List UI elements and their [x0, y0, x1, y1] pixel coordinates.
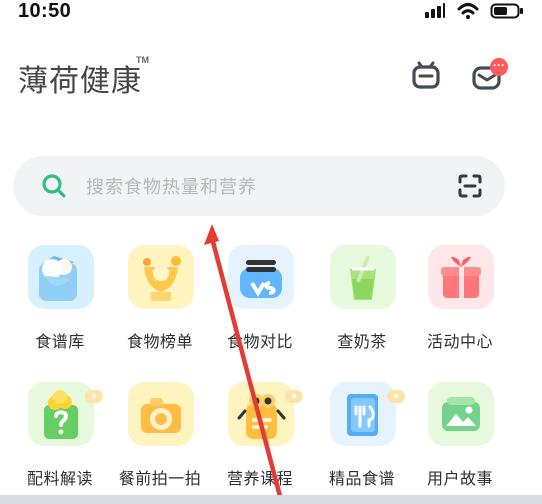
- feature-grid: 食谱库 食物榜单 食物对比 查奶茶 活动中心 配料解读 餐前拍一拍 营养课程 精…: [0, 245, 542, 495]
- feature-activity-center[interactable]: 活动中心: [410, 245, 510, 365]
- feature-milk-tea[interactable]: 查奶茶: [312, 245, 412, 365]
- recipe-library-icon: [28, 245, 94, 309]
- feature-label: 查奶茶: [337, 332, 387, 351]
- message-button[interactable]: ···: [468, 57, 508, 95]
- feature-ingredient-reading[interactable]: 配料解读: [10, 382, 110, 502]
- calendar-button[interactable]: [407, 57, 445, 95]
- feature-label: 活动中心: [426, 332, 493, 351]
- notification-badge: ···: [490, 58, 508, 76]
- brand-logo: 薄荷健康: [18, 64, 142, 99]
- premium-recipe-icon: [330, 382, 396, 446]
- feature-label: 用户故事: [426, 469, 493, 488]
- feature-label: 营养课程: [226, 469, 293, 488]
- feature-label: 食物对比: [226, 332, 293, 351]
- feature-user-story[interactable]: 用户故事: [410, 382, 510, 502]
- feature-label: 食物榜单: [126, 332, 193, 351]
- battery-icon: [490, 3, 523, 19]
- search-icon: [42, 174, 66, 198]
- camera-before-meal-icon: [128, 382, 194, 446]
- nutrition-course-icon: [228, 382, 294, 446]
- search-placeholder: 搜索食物热量和营养: [86, 177, 257, 198]
- feature-nutrition-course[interactable]: 营养课程: [210, 382, 310, 502]
- scan-icon[interactable]: [455, 171, 485, 201]
- feature-food-ranking[interactable]: 食物榜单: [110, 245, 210, 365]
- milk-tea-icon: [330, 245, 396, 309]
- feature-premium-recipe[interactable]: 精品食谱: [312, 382, 412, 502]
- user-story-icon: [428, 382, 494, 446]
- signal-icon: [425, 3, 445, 18]
- calendar-icon: [412, 61, 440, 89]
- search-bar[interactable]: 搜索食物热量和营养: [13, 156, 505, 216]
- bottom-strip: [0, 495, 542, 504]
- feature-label: 配料解读: [26, 469, 93, 488]
- new-badge: [285, 390, 303, 403]
- app-header: 薄荷健康 TM ···: [0, 40, 542, 120]
- activity-center-icon: [428, 245, 494, 309]
- status-icons: [424, 2, 524, 20]
- trademark-mark: TM: [136, 55, 149, 65]
- status-time: 10:50: [18, 0, 72, 22]
- wifi-icon: [457, 3, 479, 19]
- feature-recipe-library[interactable]: 食谱库: [10, 245, 110, 365]
- food-ranking-icon: [128, 245, 194, 309]
- new-badge: [387, 390, 405, 403]
- ingredient-reading-icon: [28, 382, 94, 446]
- new-badge: [85, 390, 103, 403]
- feature-camera-before-meal[interactable]: 餐前拍一拍: [110, 382, 210, 502]
- status-bar: 10:50: [0, 0, 542, 30]
- food-compare-icon: [228, 245, 294, 309]
- feature-food-compare[interactable]: 食物对比: [210, 245, 310, 365]
- feature-label: 食谱库: [35, 332, 85, 351]
- feature-label: 餐前拍一拍: [118, 469, 202, 488]
- feature-label: 精品食谱: [328, 469, 395, 488]
